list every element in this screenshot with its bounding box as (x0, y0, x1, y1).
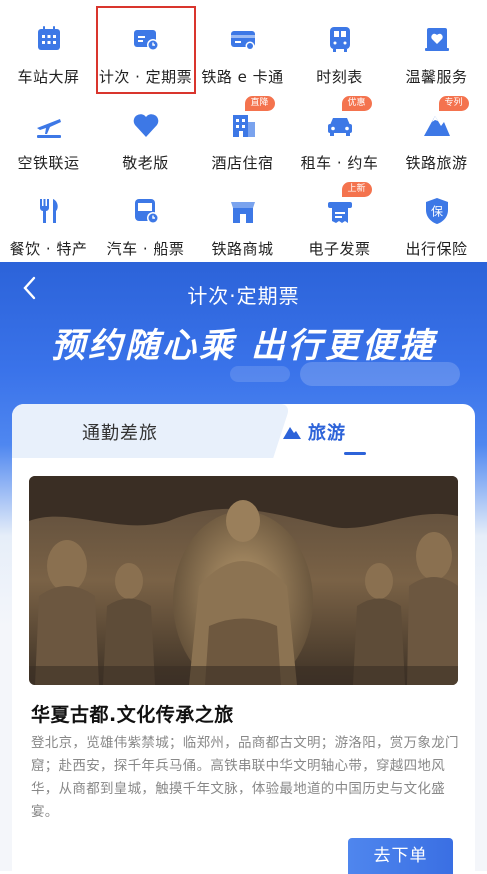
buddha-grotto-image (29, 476, 458, 685)
plane-train-icon (36, 119, 61, 138)
invoice-icon (327, 202, 352, 223)
service-timetable[interactable]: 时刻表 (291, 0, 388, 86)
service-label: 铁路旅游 (405, 154, 468, 172)
service-label: 空铁联运 (17, 154, 80, 172)
badge-new: 上新 (341, 182, 372, 197)
page-title: 计次·定期票 (187, 284, 300, 308)
service-label: 敬老版 (122, 154, 169, 172)
service-label: 汽车 · 船票 (106, 240, 185, 258)
service-food-specialty[interactable]: 餐饮 · 特产 (0, 172, 97, 258)
hotel-icon (232, 115, 255, 137)
order-button[interactable]: 去下单 (348, 838, 453, 874)
service-label: 出行保险 (405, 240, 468, 258)
svg-text:保: 保 (430, 205, 442, 219)
bus-icon (134, 199, 159, 224)
selected-highlight (96, 6, 196, 94)
mountain-icon (423, 116, 450, 136)
service-label: 酒店住宿 (211, 154, 274, 172)
service-rail-mall[interactable]: 铁路商城 (194, 172, 291, 258)
fork-knife-icon (39, 199, 58, 223)
service-label: 温馨服务 (405, 68, 468, 86)
station-screen-icon (37, 26, 60, 50)
decoration (300, 362, 460, 386)
badge-discount: 优惠 (341, 96, 372, 111)
badge-special-train: 专列 (438, 96, 469, 111)
service-label: 餐饮 · 特产 (9, 240, 88, 258)
service-grid: 车站大屏 计次 · 定期票 铁路 e 卡通 时刻表 温馨服务 空铁联运 敬老版 … (0, 0, 487, 262)
heart-icon (133, 114, 158, 137)
service-air-rail[interactable]: 空铁联运 (0, 86, 97, 172)
service-travel-insurance[interactable]: 保 出行保险 (388, 172, 485, 258)
service-warm-service[interactable]: 温馨服务 (388, 0, 485, 86)
periodic-ticket-page: 计次·定期票 预约随心乘 出行更便捷 通勤差旅 旅游 华夏古都.文化传承之旅 登… (0, 262, 487, 874)
service-label: 铁路商城 (211, 240, 274, 258)
decoration (230, 366, 290, 382)
service-rail-ecard[interactable]: 铁路 e 卡通 (194, 0, 291, 86)
tab-commute[interactable]: 通勤差旅 (12, 404, 252, 458)
mountain-icon (283, 427, 301, 439)
insurance-shield-icon: 保 (425, 198, 448, 224)
service-label: 时刻表 (316, 68, 363, 86)
trip-photo[interactable] (29, 476, 458, 685)
tab-label: 旅游 (308, 423, 346, 444)
service-station-screen[interactable]: 车站大屏 (0, 0, 97, 86)
service-label: 电子发票 (308, 240, 371, 258)
service-bus-ship[interactable]: 汽车 · 船票 (97, 172, 194, 258)
service-label: 租车 · 约车 (300, 154, 379, 172)
badge-price-drop: 直降 (244, 96, 275, 111)
service-elder-mode[interactable]: 敬老版 (97, 86, 194, 172)
page-slogan: 预约随心乘 出行更便捷 (51, 326, 436, 366)
car-icon (327, 118, 352, 136)
tab-label: 通勤差旅 (82, 423, 158, 444)
timetable-icon (329, 27, 350, 52)
service-hotel[interactable]: 直降 酒店住宿 (194, 86, 291, 172)
service-rail-tour[interactable]: 专列 铁路旅游 (388, 86, 485, 172)
rail-card-icon (230, 31, 255, 51)
heart-service-icon (424, 28, 449, 51)
service-car-rental[interactable]: 优惠 租车 · 约车 (291, 86, 388, 172)
trip-title: 华夏古都.文化传承之旅 (31, 704, 234, 726)
shop-icon (230, 202, 255, 223)
content-card: 通勤差旅 旅游 华夏古都.文化传承之旅 登北京，览雄伟紫禁城；临郑州，品商都古文… (12, 404, 475, 874)
service-label: 车站大屏 (17, 68, 80, 86)
trip-description: 登北京，览雄伟紫禁城；临郑州，品商都古文明；游洛阳，赏万象龙门窟；赴西安，探千年… (31, 735, 459, 820)
active-tab-indicator (344, 452, 366, 455)
service-e-invoice[interactable]: 上新 电子发票 (291, 172, 388, 258)
service-label: 铁路 e 卡通 (201, 68, 284, 86)
tab-tourism[interactable]: 旅游 (282, 419, 346, 445)
